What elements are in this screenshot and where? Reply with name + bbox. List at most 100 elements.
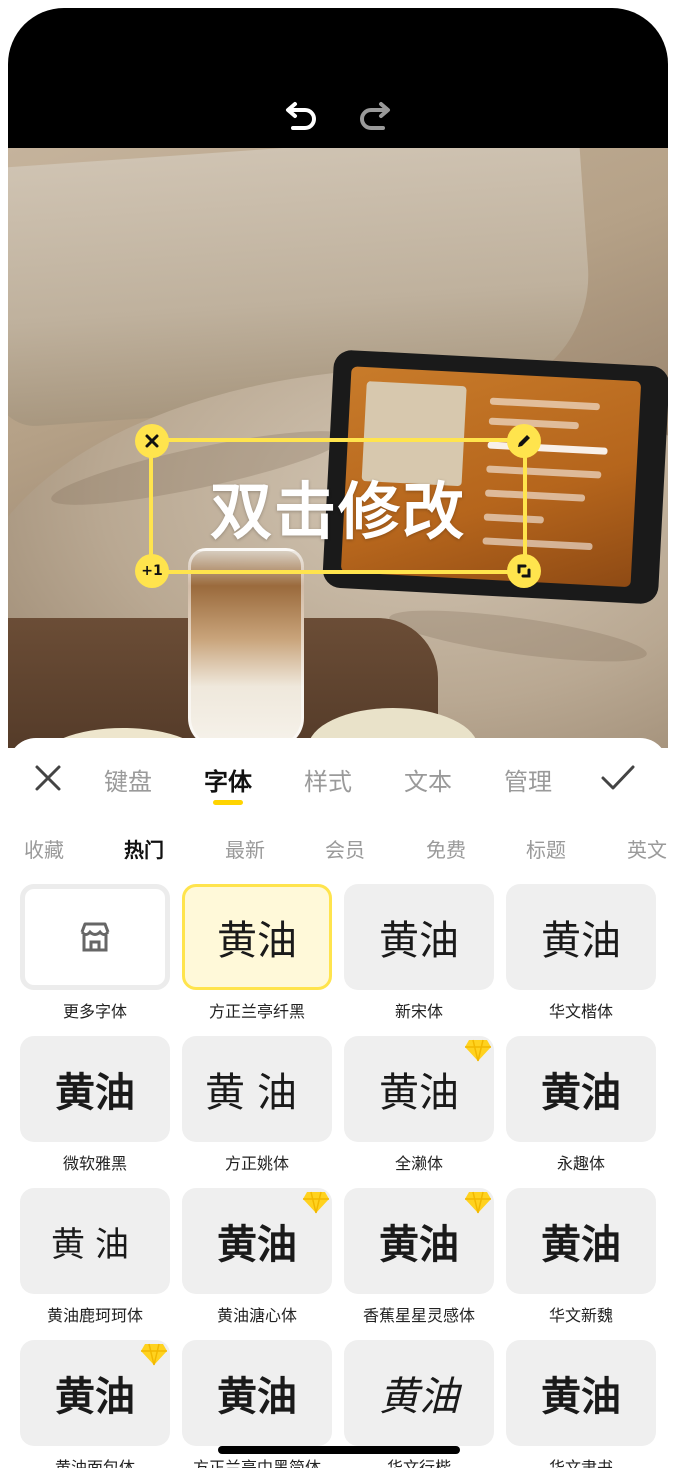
tab-label: 文本 — [404, 768, 452, 796]
font-name: 华文隶书 — [548, 1458, 613, 1468]
font-card: 黄油 — [506, 1340, 656, 1446]
font-preview: 黄油 — [51, 1224, 139, 1265]
photo-canvas[interactable]: 双击修改 +1 — [8, 148, 668, 748]
vip-gem-icon — [465, 1039, 491, 1062]
font-name: 黄油面包体 — [54, 1458, 135, 1468]
font-card: 黄油 — [182, 884, 332, 990]
font-item[interactable]: 黄油 华文隶书 — [506, 1340, 656, 1468]
category-favorites[interactable]: 收藏 — [24, 834, 64, 863]
tab-label: 样式 — [304, 768, 352, 796]
font-item-more[interactable]: 更多字体 — [20, 884, 170, 1030]
font-name: 方正兰亭纤黑 — [208, 1002, 305, 1021]
font-preview: 黄油 — [379, 1221, 459, 1268]
duplicate-text-handle[interactable]: +1 — [135, 554, 169, 588]
text-edit-panel: 键盘 字体 样式 文本 管理 收藏 热门 最新 会员 免费 标题 英文 更多字体… — [8, 738, 668, 1468]
category-hot[interactable]: 热门 — [124, 834, 164, 863]
undo-button[interactable] — [280, 92, 324, 136]
font-preview: 黄油 — [541, 918, 621, 964]
font-preview: 黄油 — [205, 1070, 309, 1116]
home-indicator — [218, 1446, 460, 1454]
font-preview: 黄油 — [55, 1070, 135, 1116]
font-card: 黄油 — [344, 1340, 494, 1446]
font-name: 黄油鹿珂珂体 — [46, 1306, 143, 1325]
font-item[interactable]: 黄油 全濑体 — [344, 1036, 494, 1182]
font-card: 黄油 — [344, 884, 494, 990]
font-item[interactable]: 黄油 黄油鹿珂珂体 — [20, 1188, 170, 1334]
category-free[interactable]: 免费 — [426, 834, 466, 863]
category-vip[interactable]: 会员 — [325, 834, 365, 863]
close-panel-button[interactable] — [30, 760, 66, 796]
font-name: 华文行楷 — [386, 1458, 451, 1468]
font-item[interactable]: 黄油 华文楷体 — [506, 884, 656, 1030]
text-sticker-label[interactable]: 双击修改 — [210, 461, 466, 551]
font-item[interactable]: 黄油 方正姚体 — [182, 1036, 332, 1182]
font-name: 方正姚体 — [224, 1154, 289, 1173]
font-name: 全濑体 — [394, 1154, 443, 1173]
font-name: 黄油溏心体 — [216, 1306, 297, 1325]
font-item[interactable]: 黄油 华文新魏 — [506, 1188, 656, 1334]
font-item[interactable]: 黄油 方正兰亭纤黑 — [182, 884, 332, 1030]
font-card: 黄油 — [344, 1036, 494, 1142]
top-bar — [8, 8, 668, 148]
font-preview: 黄油 — [55, 1374, 135, 1420]
panel-tab-bar: 键盘 字体 样式 文本 管理 — [8, 738, 668, 818]
font-card: 黄油 — [20, 1188, 170, 1294]
font-card: 黄油 — [182, 1036, 332, 1142]
undo-icon — [286, 102, 316, 130]
text-sticker-box[interactable]: 双击修改 +1 — [135, 424, 541, 588]
redo-button[interactable] — [352, 92, 396, 136]
font-item[interactable]: 黄油 黄油面包体 — [20, 1340, 170, 1468]
font-item[interactable]: 黄油 微软雅黑 — [20, 1036, 170, 1182]
phone-screen: 双击修改 +1 键盘 字体 样式 文本 管理 收藏 热门 最新 会员 免费 标题… — [8, 8, 668, 1468]
active-tab-underline — [213, 800, 243, 805]
font-preview: 黄油 — [541, 1373, 621, 1420]
close-icon — [145, 434, 159, 448]
font-card — [20, 884, 170, 990]
edit-text-handle[interactable] — [507, 424, 541, 458]
font-card: 黄油 — [506, 884, 656, 990]
font-card: 黄油 — [20, 1036, 170, 1142]
tab-keyboard[interactable]: 键盘 — [88, 762, 168, 797]
duplicate-label: +1 — [141, 563, 163, 579]
store-icon — [80, 922, 110, 952]
font-card: 黄油 — [506, 1036, 656, 1142]
category-english[interactable]: 英文 — [627, 834, 667, 863]
font-item[interactable]: 黄油 黄油溏心体 — [182, 1188, 332, 1334]
vip-gem-icon — [141, 1343, 167, 1366]
pencil-icon — [518, 435, 530, 447]
tablet-lyric-line — [489, 397, 600, 411]
photo-coffee-cup — [188, 548, 304, 748]
font-category-bar: 收藏 热门 最新 会员 免费 标题 英文 — [8, 834, 668, 874]
font-name: 华文新魏 — [548, 1306, 613, 1325]
font-card: 黄油 — [20, 1340, 170, 1446]
font-item[interactable]: 黄油 新宋体 — [344, 884, 494, 1030]
tab-label: 管理 — [504, 768, 552, 796]
font-preview: 黄油 — [379, 918, 459, 964]
font-name: 永趣体 — [556, 1154, 605, 1173]
font-item[interactable]: 黄油 香蕉星星灵感体 — [344, 1188, 494, 1334]
confirm-button[interactable] — [600, 760, 636, 796]
font-item[interactable]: 黄油 永趣体 — [506, 1036, 656, 1182]
font-preview: 黄油 — [541, 1070, 621, 1116]
delete-text-handle[interactable] — [135, 424, 169, 458]
tab-text[interactable]: 文本 — [388, 762, 468, 797]
tab-label: 字体 — [204, 768, 252, 796]
font-name: 香蕉星星灵感体 — [362, 1306, 475, 1325]
check-icon — [601, 765, 635, 790]
font-name: 新宋体 — [394, 1002, 443, 1021]
redo-icon — [360, 102, 390, 130]
font-preview: 黄油 — [379, 1070, 459, 1116]
font-preview: 黄油 — [217, 918, 297, 964]
tab-manage[interactable]: 管理 — [488, 762, 568, 797]
vip-gem-icon — [303, 1191, 329, 1214]
resize-rotate-handle[interactable] — [507, 554, 541, 588]
category-title[interactable]: 标题 — [526, 834, 566, 863]
category-newest[interactable]: 最新 — [225, 834, 265, 863]
tab-style[interactable]: 样式 — [288, 762, 368, 797]
font-name: 华文楷体 — [548, 1002, 613, 1021]
font-name: 更多字体 — [62, 1002, 127, 1021]
tab-font[interactable]: 字体 — [188, 762, 268, 805]
font-preview: 黄油 — [217, 1374, 297, 1420]
close-icon — [35, 765, 61, 791]
font-preview: 黄油 — [379, 1374, 459, 1420]
